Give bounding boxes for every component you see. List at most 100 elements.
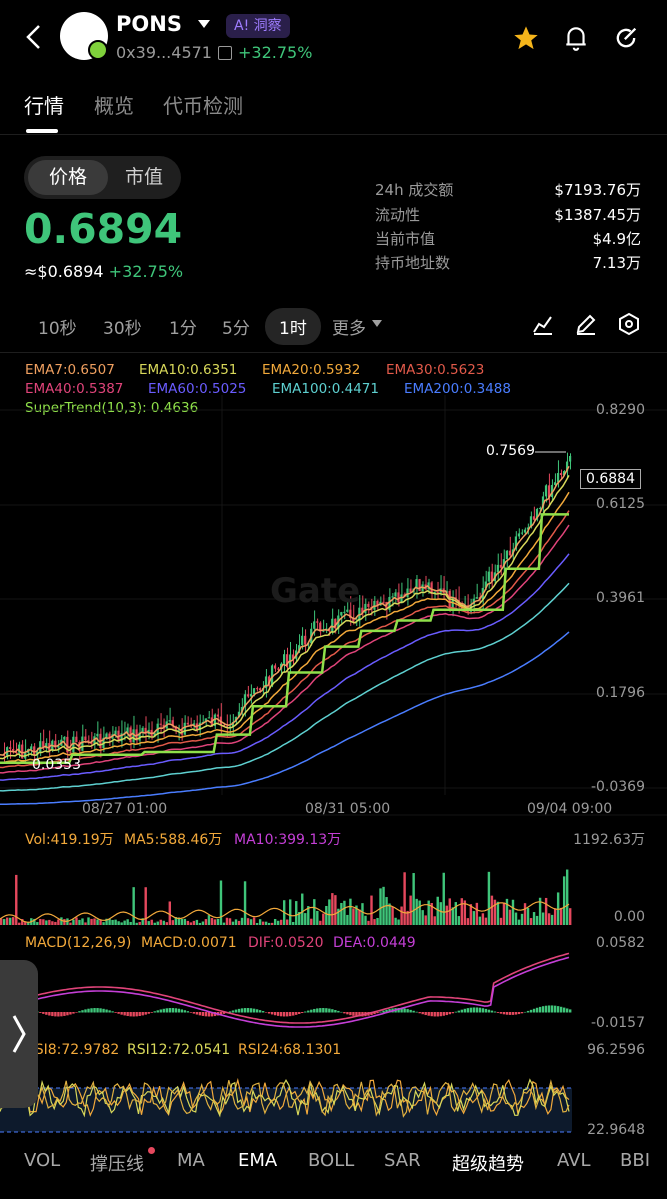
draw-icon[interactable] <box>574 312 598 336</box>
side-drawer-handle[interactable] <box>0 960 38 1108</box>
settings-icon[interactable] <box>617 312 641 336</box>
macd-axis-min: -0.0157 <box>590 1015 645 1031</box>
macd-histogram-bar <box>273 1012 277 1016</box>
toggle-price[interactable]: 价格 <box>28 160 108 195</box>
volume-bar <box>135 922 138 925</box>
macd-histogram-bar <box>195 1012 199 1015</box>
bell-icon[interactable] <box>563 24 589 52</box>
volume-bar <box>138 921 141 925</box>
volume-bar <box>63 919 66 925</box>
macd-histogram-bar <box>436 1012 439 1017</box>
macd-histogram-bar <box>433 1012 436 1017</box>
volume-bar <box>370 895 373 925</box>
volume-bar <box>117 921 120 925</box>
volume-bar <box>553 908 557 925</box>
macd-histogram-bar <box>511 1012 515 1015</box>
token-name[interactable]: PONS <box>116 12 182 36</box>
tab-overview[interactable]: 概览 <box>94 90 134 119</box>
macd-histogram-bar <box>460 1009 464 1013</box>
macd-histogram-bar <box>138 1012 141 1017</box>
macd-histogram-bar <box>439 1012 442 1017</box>
ema-line <box>0 510 570 769</box>
macd-histogram-bar <box>406 1009 409 1013</box>
current-price-marker: 0.6884 <box>580 469 641 489</box>
macd-histogram-bar <box>541 1006 545 1013</box>
bottom-tab-bbi[interactable]: BBI <box>620 1150 650 1171</box>
macd-title: MACD(12,26,9) <box>25 935 132 951</box>
bottom-tab-ma[interactable]: MA <box>177 1150 205 1171</box>
volume-bar <box>57 919 60 925</box>
candle-body <box>382 601 385 603</box>
macd-histogram-bar <box>153 1011 156 1013</box>
candle-body <box>496 564 499 573</box>
volume-bar <box>421 910 424 925</box>
volume-bar <box>310 918 313 925</box>
volume-bar <box>478 916 482 925</box>
back-icon[interactable] <box>22 22 46 52</box>
volume-bar <box>39 918 42 925</box>
volume-bar <box>186 920 190 925</box>
volume-bar <box>126 919 129 925</box>
tab-token-check[interactable]: 代币检测 <box>163 90 243 119</box>
macd-histogram-bar <box>186 1011 190 1013</box>
macd-histogram-bar <box>45 1012 48 1015</box>
indicator-icon[interactable] <box>531 312 555 336</box>
volume-bar <box>532 912 536 925</box>
macd-histogram-bar <box>532 1008 536 1013</box>
volume-bar <box>334 895 337 925</box>
bottom-tab-sar[interactable]: SAR <box>384 1150 421 1171</box>
bottom-tab-ema[interactable]: EMA <box>238 1150 277 1171</box>
volume-bar <box>316 910 319 925</box>
bottom-tab-supertrend[interactable]: 超级趋势 <box>452 1150 524 1176</box>
volume-bar <box>376 917 379 925</box>
active-tab-indicator <box>26 129 58 133</box>
volume-bar <box>192 920 196 925</box>
macd-histogram-bar <box>445 1012 448 1016</box>
bottom-tab-vol[interactable]: VOL <box>24 1150 60 1171</box>
macd-histogram-bar <box>276 1012 280 1016</box>
interval-1m[interactable]: 1分 <box>169 314 197 339</box>
candle-body <box>282 654 286 664</box>
volume-bar <box>379 888 382 925</box>
interval-5m[interactable]: 5分 <box>222 314 250 339</box>
volume-bar <box>301 893 304 925</box>
volume-bar <box>499 917 503 925</box>
star-icon[interactable] <box>512 24 540 52</box>
chevron-down-icon[interactable] <box>198 20 210 28</box>
price-mcap-toggle[interactable]: 价格 市值 <box>24 156 181 199</box>
macd-histogram-bar <box>322 1008 325 1013</box>
bottom-tab-boll[interactable]: BOLL <box>308 1150 354 1171</box>
share-icon[interactable] <box>612 24 640 52</box>
volume-bar <box>240 917 244 925</box>
main-chart[interactable]: Gate <box>0 395 667 1195</box>
volume-bar <box>325 905 328 925</box>
volume-bar <box>249 919 253 925</box>
interval-30s[interactable]: 30秒 <box>103 314 142 339</box>
tab-market[interactable]: 行情 <box>24 90 64 119</box>
toggle-mcap[interactable]: 市值 <box>114 160 174 195</box>
macd-histogram-bar <box>156 1010 159 1013</box>
copy-icon[interactable] <box>218 46 232 60</box>
ema7-label: EMA7:0.6507 <box>25 362 115 378</box>
candle-body <box>556 473 560 483</box>
interval-more[interactable]: 更多 <box>332 314 366 339</box>
candle-body <box>249 693 253 697</box>
volume-bar <box>544 897 548 925</box>
bottom-tab-support[interactable]: 撑压线 <box>90 1150 144 1176</box>
volume-bar <box>72 919 75 925</box>
volume-bar <box>466 918 470 925</box>
volume-bar <box>252 917 256 925</box>
macd-histogram-bar <box>286 1012 289 1017</box>
interval-10s[interactable]: 10秒 <box>38 314 77 339</box>
bottom-tab-avl[interactable]: AVL <box>557 1150 591 1171</box>
macd-histogram-bar <box>129 1012 132 1017</box>
volume-bar <box>150 919 153 925</box>
macd-histogram-bar <box>448 1012 451 1015</box>
candle-body <box>343 611 346 613</box>
candle-body <box>96 733 99 737</box>
volume-bar <box>502 902 506 925</box>
verified-badge-icon <box>88 40 108 60</box>
candle-body <box>207 717 210 719</box>
interval-1h[interactable]: 1时 <box>265 308 321 345</box>
ai-insight-badge[interactable]: A! 洞察 <box>226 14 290 38</box>
